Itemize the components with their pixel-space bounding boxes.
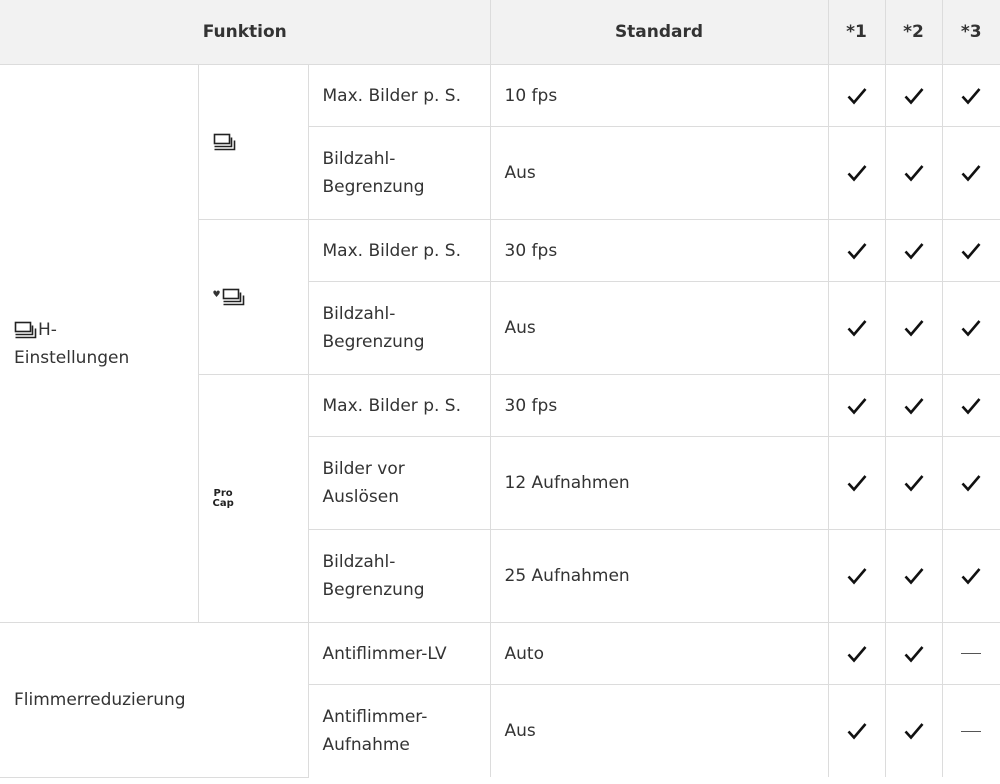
mark-col1	[827, 64, 886, 127]
checkmark-icon	[957, 319, 987, 337]
mark-col2	[884, 219, 943, 282]
dash-icon	[961, 653, 982, 654]
default-value: Auto	[489, 622, 829, 685]
pro-capture-icon: Pro Cap	[212, 488, 234, 509]
setting-name: Bildzahl- Begrenzung	[308, 281, 491, 375]
sequential-shooting-icon	[14, 321, 38, 339]
mark-col2	[884, 281, 943, 375]
checkmark-icon	[900, 87, 928, 105]
mark-col1	[827, 622, 886, 685]
mark-col1	[827, 436, 886, 530]
checkmark-icon	[843, 645, 871, 663]
setting-name: Bildzahl- Begrenzung	[308, 126, 491, 220]
mark-col2	[884, 684, 943, 777]
mark-col3	[941, 281, 1000, 375]
checkmark-icon	[957, 397, 987, 415]
default-value: 30 fps	[489, 219, 829, 282]
sequential-shooting-icon	[213, 133, 237, 151]
checkmark-icon	[843, 567, 871, 585]
checkmark-icon	[900, 645, 928, 663]
checkmark-icon	[957, 567, 987, 585]
setting-name: Bildzahl- Begrenzung	[308, 529, 491, 623]
checkmark-icon	[900, 567, 928, 585]
default-value: 30 fps	[489, 374, 829, 437]
default-value: Aus	[489, 281, 829, 375]
table-row: Flimmerreduzierung Antiflimmer-LV Auto	[0, 622, 1000, 778]
default-value: 25 Aufnahmen	[489, 529, 829, 623]
checkmark-icon	[843, 474, 871, 492]
mark-col1	[827, 219, 886, 282]
setting-name: Antiflimmer- Aufnahme	[308, 684, 491, 777]
mark-col3	[941, 529, 1000, 623]
header-col2: *2	[884, 0, 943, 65]
setting-name: Max. Bilder p. S.	[307, 374, 491, 437]
procap-line2: Cap	[212, 497, 234, 509]
checkmark-icon	[900, 319, 928, 337]
mark-col3	[941, 64, 1000, 127]
checkmark-icon	[900, 242, 928, 260]
setting-name: Max. Bilder p. S.	[307, 64, 491, 127]
checkmark-icon	[957, 164, 987, 182]
group-flicker: Flimmerreduzierung	[0, 622, 309, 778]
default-value: 12 Aufnahmen	[489, 436, 829, 530]
setting-name: Antiflimmer-LV	[307, 622, 491, 685]
mark-col3	[941, 374, 1000, 437]
mark-col2	[884, 529, 943, 623]
mark-col3	[941, 622, 1000, 685]
checkmark-icon	[843, 319, 871, 337]
checkmark-icon	[957, 474, 987, 492]
group-h-settings: H- Einstellungen	[0, 64, 199, 623]
mark-col3	[941, 126, 1000, 220]
mark-col1	[827, 529, 886, 623]
mark-col3	[941, 219, 1000, 282]
default-value: 10 fps	[489, 64, 829, 127]
header-standard: Standard	[489, 0, 829, 65]
mode-silent-burst-cell: ♥	[198, 219, 309, 375]
header-row: Funktion Standard *1 *2 *3	[0, 0, 1000, 65]
mode-procap-cell: Pro Cap	[198, 374, 309, 623]
checkmark-icon	[900, 474, 928, 492]
mode-burst-cell	[197, 64, 309, 220]
header-col1: *1	[827, 0, 886, 65]
mark-col1	[827, 374, 886, 437]
mark-col3	[941, 684, 1000, 777]
mark-col1	[827, 126, 886, 220]
silent-sequential-shooting-icon	[222, 288, 246, 306]
header-funktion: Funktion	[0, 0, 491, 65]
setting-name: Bilder vor Auslösen	[308, 436, 491, 530]
checkmark-icon	[900, 397, 928, 415]
mark-col2	[884, 374, 943, 437]
heart-icon: ♥	[212, 290, 221, 300]
checkmark-icon	[900, 722, 928, 740]
dash-icon	[961, 730, 982, 732]
checkmark-icon	[843, 87, 871, 105]
mark-col2	[884, 436, 943, 530]
checkmark-icon	[843, 397, 871, 415]
checkmark-icon	[843, 242, 871, 260]
table-row: H- Einstellungen Max. Bilder p. S. 10 fps	[0, 64, 1000, 623]
mark-col1	[827, 281, 886, 375]
checkmark-icon	[957, 242, 987, 260]
checkmark-icon	[957, 87, 987, 105]
checkmark-icon	[843, 164, 871, 182]
mark-col2	[884, 126, 943, 220]
checkmark-icon	[900, 164, 928, 182]
setting-name: Max. Bilder p. S.	[307, 219, 491, 282]
mark-col3	[941, 436, 1000, 530]
mark-col2	[884, 64, 943, 127]
default-value: Aus	[489, 684, 829, 777]
mark-col2	[884, 622, 943, 685]
mark-col1	[827, 684, 886, 777]
checkmark-icon	[843, 722, 871, 740]
settings-table: Funktion Standard *1 *2 *3 H- Einstellung…	[0, 0, 1000, 778]
default-value: Aus	[489, 126, 829, 220]
header-col3: *3	[941, 0, 1000, 65]
